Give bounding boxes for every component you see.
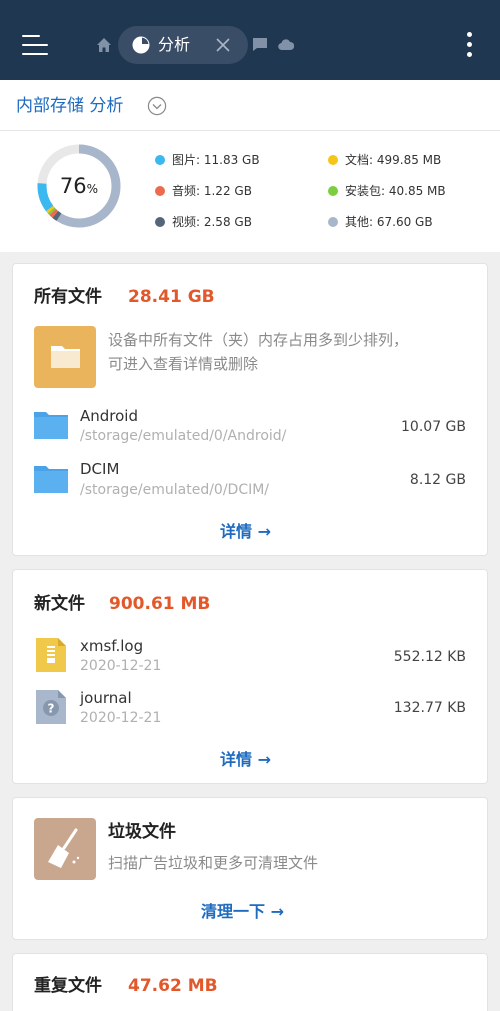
all-files-desc-1: 设备中所有文件（夹）内存占用多到少排列， — [108, 331, 409, 349]
svg-text:?: ? — [48, 702, 55, 716]
folder-icon — [34, 326, 96, 388]
legend-label: 安装包: 40.85 MB — [345, 184, 446, 198]
tab-label: 分析 — [158, 35, 191, 54]
junk-files-card: 垃圾文件 扫描广告垃圾和更多可清理文件 清理一下 → — [13, 798, 487, 939]
pie-chart-icon — [132, 36, 150, 54]
legend-dot — [328, 155, 338, 165]
new-files-title: 新文件 — [34, 594, 85, 614]
legend-dot — [155, 186, 165, 196]
broom-icon — [34, 818, 96, 880]
all-files-title: 所有文件 — [34, 287, 102, 307]
clean-up-link[interactable]: 清理一下 → — [201, 902, 284, 922]
cloud-icon[interactable] — [278, 38, 294, 51]
home-icon[interactable] — [96, 37, 112, 53]
junk-files-title: 垃圾文件 — [108, 822, 176, 842]
file-date: 2020-12-21 — [80, 658, 162, 674]
duplicate-files-card: 重复文件 47.62 MB — [13, 954, 487, 1011]
all-files-card: 所有文件 28.41 GB 设备中所有文件（夹）内存占用多到少排列， 可进入查看… — [13, 264, 487, 555]
legend-documents: 文档: 499.85 MB — [328, 152, 441, 168]
file-date: 2020-12-21 — [80, 710, 162, 726]
legend-dot — [328, 217, 338, 227]
duplicate-files-title: 重复文件 — [34, 976, 102, 996]
storage-percent-value: 76 — [59, 174, 87, 198]
divider — [0, 130, 500, 131]
legend-dot — [328, 186, 338, 196]
new-files-card: 新文件 900.61 MB xmsf.log 2020-12-21 552.12… — [13, 570, 487, 783]
folder-size: 8.12 GB — [409, 472, 466, 488]
legend-label: 图片: 11.83 GB — [172, 153, 260, 167]
file-size: 552.12 KB — [393, 649, 466, 665]
legend-label: 其他: 67.60 GB — [345, 215, 433, 229]
legend-audio: 音频: 1.22 GB — [155, 183, 252, 199]
legend-apk: 安装包: 40.85 MB — [328, 183, 446, 199]
all-files-details-link[interactable]: 详情 → — [220, 522, 271, 542]
new-files-size: 900.61 MB — [109, 594, 211, 614]
legend-other: 其他: 67.60 GB — [328, 214, 433, 230]
legend-images: 图片: 11.83 GB — [155, 152, 260, 168]
all-files-desc-2: 可进入查看详情或删除 — [108, 355, 259, 373]
legend-label: 视频: 2.58 GB — [172, 215, 252, 229]
legend-dot — [155, 155, 165, 165]
folder-path: /storage/emulated/0/Android/ — [80, 428, 287, 444]
legend-dot — [155, 217, 165, 227]
folder-icon[interactable] — [34, 409, 68, 439]
storage-percent-unit: % — [86, 182, 99, 196]
folder-path: /storage/emulated/0/DCIM/ — [80, 482, 270, 498]
folder-name[interactable]: DCIM — [80, 460, 119, 479]
new-files-details-link[interactable]: 详情 → — [220, 750, 271, 770]
legend-label: 音频: 1.22 GB — [172, 184, 252, 198]
top-app-bar: 分析 — [0, 0, 500, 80]
storage-summary: 内部存储 分析 76% 图片: 11.83 GB 文档: 499.85 MB 音… — [0, 80, 500, 252]
all-files-size: 28.41 GB — [128, 287, 215, 307]
legend-label: 文档: 499.85 MB — [345, 153, 442, 167]
close-icon[interactable] — [214, 36, 232, 54]
storage-title[interactable]: 内部存储 分析 — [16, 95, 123, 117]
duplicate-files-size: 47.62 MB — [128, 976, 218, 996]
log-file-icon[interactable] — [34, 638, 68, 672]
folder-icon[interactable] — [34, 463, 68, 493]
folder-name[interactable]: Android — [80, 407, 138, 426]
chat-icon[interactable] — [252, 37, 268, 52]
unknown-file-icon[interactable]: ? — [34, 690, 68, 724]
file-name[interactable]: xmsf.log — [80, 637, 143, 656]
legend-video: 视频: 2.58 GB — [155, 214, 252, 230]
menu-icon[interactable] — [22, 33, 48, 57]
more-vert-icon[interactable] — [462, 30, 476, 60]
file-name[interactable]: journal — [80, 689, 132, 708]
junk-files-desc: 扫描广告垃圾和更多可清理文件 — [108, 854, 319, 872]
chevron-down-icon[interactable] — [147, 96, 167, 116]
tab-analysis[interactable]: 分析 — [118, 26, 248, 64]
folder-size: 10.07 GB — [401, 419, 466, 435]
file-size: 132.77 KB — [393, 700, 466, 716]
storage-percent: 76% — [36, 143, 122, 229]
